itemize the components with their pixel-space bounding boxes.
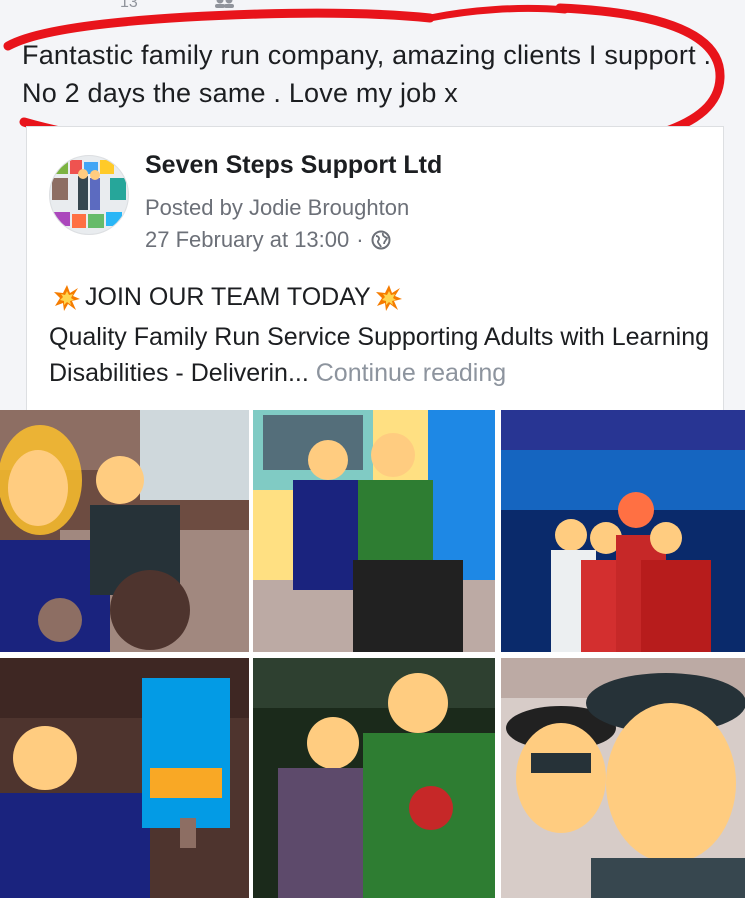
review-meta: 13 [120, 0, 138, 11]
continue-reading-link[interactable]: Continue reading [316, 359, 506, 387]
separator-dot: · [356, 227, 364, 252]
photo-image [501, 658, 745, 898]
timestamp-link[interactable]: 27 February at 13:00 [145, 227, 349, 253]
photo-night-out-pair[interactable] [253, 658, 495, 898]
photo-image [0, 410, 249, 652]
shared-post-card[interactable]: Seven Steps Support Ltd Posted by Jodie … [26, 126, 724, 410]
post-heading: JOIN OUR TEAM TODAY [49, 283, 407, 312]
photo-bowling-alley-group[interactable] [501, 410, 745, 652]
post-heading-text: JOIN OUR TEAM TODAY [85, 283, 371, 311]
photo-selfie-sofa[interactable] [0, 410, 249, 652]
photo-cinema-poster[interactable] [0, 658, 249, 898]
photo-image [253, 658, 495, 898]
timestamp-row: 27 February at 13:00 · [145, 227, 391, 253]
collision-burst-icon [375, 284, 402, 311]
photo-image [0, 658, 249, 898]
post-body: Quality Family Run Service Supporting Ad… [49, 319, 719, 391]
top-strip [0, 0, 745, 8]
photo-hats-selfie[interactable] [501, 658, 745, 898]
photo-image [253, 410, 495, 652]
page-avatar-collage [50, 156, 128, 234]
photo-christmas-jumpers-wheelchair[interactable] [253, 410, 495, 652]
photo-image [501, 410, 745, 652]
review-text: Fantastic family run company, amazing cl… [22, 40, 712, 108]
friends-icon [215, 0, 234, 8]
posted-by: Posted by Jodie Broughton [145, 195, 410, 220]
photo-grid [0, 410, 745, 898]
globe-icon[interactable] [371, 230, 391, 250]
page-name-link[interactable]: Seven Steps Support Ltd [145, 151, 442, 180]
page-avatar[interactable] [49, 155, 129, 235]
collision-burst-icon [54, 284, 80, 311]
